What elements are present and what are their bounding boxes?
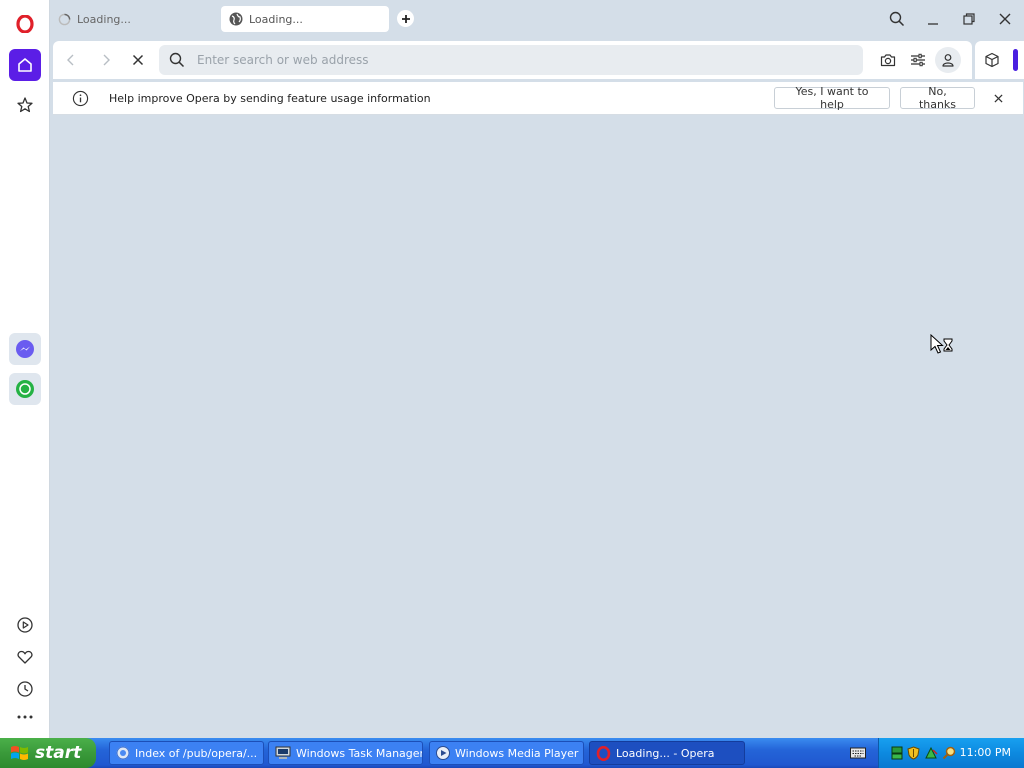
close-icon [993,93,1003,103]
back-button[interactable] [62,51,80,69]
player-icon[interactable] [9,609,41,641]
address-input[interactable] [195,52,799,68]
taskbar-item-media-player[interactable]: Windows Media Player [429,741,584,765]
chrome-icon [116,746,130,760]
start-button[interactable]: start [0,738,96,768]
search-icon [169,52,185,68]
plus-icon [401,14,410,23]
taskbar-item-label: Windows Task Manager [296,746,423,760]
windows-taskbar: start Index of /pub/opera/... Windows Ta… [0,738,1024,768]
search-tabs-button[interactable] [887,9,907,29]
toolbar-right-panel [975,41,1024,79]
cube-icon [985,52,999,68]
task-manager-icon [275,746,291,760]
infobar-close-button[interactable] [991,91,1005,105]
opera-icon [596,745,611,761]
easy-setup-button[interactable] [909,51,927,69]
address-toolbar [53,41,972,79]
messenger-icon[interactable] [9,333,41,365]
taskbar-item-chrome[interactable]: Index of /pub/opera/... [109,741,264,765]
taskbar-item-label: Windows Media Player [455,746,579,760]
extensions-button[interactable] [983,51,1001,69]
camera-icon [880,54,896,67]
busy-cursor-icon [930,333,954,359]
feature-usage-infobar: Help improve Opera by sending feature us… [53,82,1023,115]
minimize-button[interactable] [923,9,943,29]
bookmarks-star-icon[interactable] [9,89,41,121]
opera-logo-icon[interactable] [9,8,41,40]
windows-flag-icon [10,744,30,762]
stop-x-icon [132,54,144,66]
decline-feature-usage-button[interactable]: No, thanks [900,85,975,111]
taskbar-item-label: Loading... - Opera [616,746,715,760]
system-clock: 11:00 PM [959,746,1011,759]
system-tray: 11:00 PM [878,738,1024,768]
address-bar[interactable] [159,45,863,75]
taskbar-item-opera[interactable]: Loading... - Opera [589,741,745,765]
taskbar-item-task-manager[interactable]: Windows Task Manager [268,741,423,765]
minimize-icon [928,23,938,25]
close-window-button[interactable] [995,9,1015,29]
start-label: start [35,743,82,763]
whatsapp-icon[interactable] [9,373,41,405]
keyboard-language-icon[interactable] [850,747,866,762]
media-player-icon [436,746,450,760]
close-icon [999,13,1011,25]
tab-loading-active[interactable]: Loading... [221,6,389,32]
profile-button[interactable] [935,47,961,73]
sidebar [0,0,50,738]
info-icon [72,90,89,107]
search-icon [889,11,905,27]
accept-feature-usage-button[interactable]: Yes, I want to help [774,85,890,111]
tab-loading-1[interactable]: Loading... [50,6,210,32]
more-options-icon[interactable] [9,701,41,733]
forward-button[interactable] [97,51,115,69]
sidebar-toggle-accent[interactable] [1013,49,1018,71]
restore-icon [963,13,975,25]
chevron-left-icon [67,54,74,66]
settings-sliders-icon [911,53,925,67]
snapshot-camera-button[interactable] [879,51,897,69]
restore-button[interactable] [959,9,979,29]
magnifier-icon[interactable] [942,746,956,760]
security-shield-icon[interactable] [907,746,920,760]
network-icon[interactable] [891,746,903,760]
chevron-right-icon [103,54,110,66]
infobar-message: Help improve Opera by sending feature us… [109,92,431,105]
home-icon[interactable] [9,49,41,81]
pinboards-heart-icon[interactable] [9,641,41,673]
user-icon [942,54,954,67]
globe-icon [229,12,243,26]
taskbar-item-label: Index of /pub/opera/... [135,746,258,760]
tab-title: Loading... [249,12,303,26]
tab-title: Loading... [77,12,131,26]
safely-remove-hardware-icon[interactable] [924,746,938,760]
loading-spinner-icon [58,13,71,26]
stop-loading-button[interactable] [129,51,147,69]
new-tab-button[interactable] [397,10,414,27]
